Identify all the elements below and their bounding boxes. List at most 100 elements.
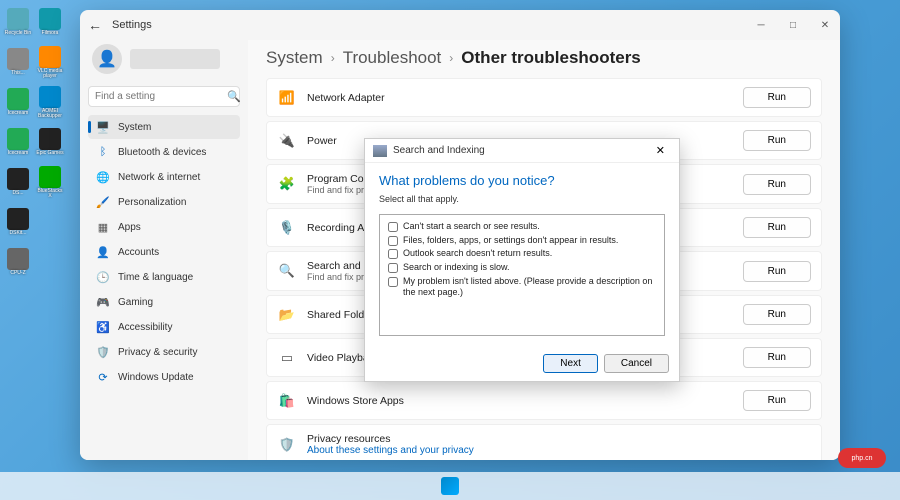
row-icon: 📂 [277, 307, 297, 323]
window-title: Settings [112, 19, 152, 31]
nav-icon: 🖌️ [96, 195, 110, 209]
option-label: Can't start a search or see results. [403, 221, 540, 233]
crumb-system[interactable]: System [266, 48, 323, 68]
row-icon: 🧩 [277, 176, 297, 192]
privacy-row: 🛡️ Privacy resources About these setting… [266, 424, 822, 460]
minimize-button[interactable]: ─ [754, 20, 768, 31]
nav-icon: 🛡️ [96, 345, 110, 359]
search-box[interactable]: 🔍 [88, 86, 240, 107]
user-block[interactable]: 👤 [88, 40, 240, 84]
sidebar-item-gaming[interactable]: 🎮Gaming [88, 290, 240, 314]
dialog-question: What problems do you notice? [379, 173, 665, 188]
row-icon: 🛍️ [277, 393, 297, 409]
row-icon: 🎙️ [277, 220, 297, 236]
user-name [130, 49, 220, 69]
option-checkbox[interactable] [388, 249, 398, 259]
option-checkbox[interactable] [388, 236, 398, 246]
run-button[interactable]: Run [743, 304, 811, 325]
run-button[interactable]: Run [743, 347, 811, 368]
sidebar-item-personalization[interactable]: 🖌️Personalization [88, 190, 240, 214]
desktop-shortcut[interactable]: AOMEI Backupper [36, 84, 64, 120]
desktop-shortcut[interactable]: DSKit... [4, 204, 32, 240]
sidebar-item-accessibility[interactable]: ♿ Accessibility [88, 315, 240, 339]
nav-label: Bluetooth & devices [118, 147, 206, 158]
desktop-shortcut[interactable]: Epic Games [36, 124, 64, 160]
nav-label: Windows Update [118, 372, 194, 383]
desktop-shortcut[interactable]: CPU-Z [4, 244, 32, 280]
desktop-shortcut[interactable]: BlueStacks X [36, 164, 64, 200]
sidebar-item-bluetooth-devices[interactable]: ᛒ Bluetooth & devices [88, 140, 240, 164]
desktop-shortcut[interactable]: Recycle Bin [4, 4, 32, 40]
nav-icon: ⟳ [96, 370, 110, 384]
maximize-button[interactable]: □ [786, 20, 800, 31]
cancel-button[interactable]: Cancel [604, 354, 669, 373]
option-item[interactable]: My problem isn't listed above. (Please p… [388, 276, 656, 299]
nav-icon: ▦ [96, 220, 110, 234]
dialog-header: Search and Indexing ✕ [365, 139, 679, 163]
option-checkbox[interactable] [388, 263, 398, 273]
crumb-troubleshoot[interactable]: Troubleshoot [343, 48, 442, 68]
next-button[interactable]: Next [543, 354, 598, 373]
run-button[interactable]: Run [743, 130, 811, 151]
nav-icon: 🌐 [96, 170, 110, 184]
start-icon[interactable] [441, 477, 459, 495]
run-button[interactable]: Run [743, 174, 811, 195]
nav-icon: 🕒 [96, 270, 110, 284]
nav-icon: 👤 [96, 245, 110, 259]
troubleshooter-row: 📶 Network AdapterRun [266, 78, 822, 117]
row-title: Network Adapter [307, 92, 743, 104]
desktop-shortcut[interactable]: Icecream [4, 124, 32, 160]
option-item[interactable]: Search or indexing is slow. [388, 262, 656, 274]
row-icon: 🔌 [277, 133, 297, 149]
run-button[interactable]: Run [743, 261, 811, 282]
titlebar: ← Settings ─ □ ✕ [80, 10, 840, 40]
run-button[interactable]: Run [743, 390, 811, 411]
row-icon: 📶 [277, 90, 297, 106]
option-item[interactable]: Files, folders, apps, or settings don't … [388, 235, 656, 247]
privacy-title: Privacy resources [307, 433, 811, 445]
dialog-title: Search and Indexing [393, 145, 485, 156]
nav-label: System [118, 122, 151, 133]
sidebar-item-accounts[interactable]: 👤 Accounts [88, 240, 240, 264]
nav-icon: ♿ [96, 320, 110, 334]
shield-icon: 🛡️ [277, 437, 297, 453]
option-label: My problem isn't listed above. (Please p… [403, 276, 656, 299]
desktop-shortcut[interactable]: Filmora [36, 4, 64, 40]
option-item[interactable]: Outlook search doesn't return results. [388, 248, 656, 260]
option-checkbox[interactable] [388, 222, 398, 232]
sidebar-item-system[interactable]: 🖥️ System [88, 115, 240, 139]
privacy-link[interactable]: About these settings and your privacy [307, 445, 811, 456]
nav-label: Accessibility [118, 322, 172, 333]
nav: 🖥️ System ᛒ Bluetooth & devices 🌐 Network & i… [88, 115, 240, 389]
dialog-icon [373, 145, 387, 157]
sidebar-item-network-internet[interactable]: 🌐 Network & internet [88, 165, 240, 189]
desktop-shortcut[interactable]: This... [4, 44, 32, 80]
sidebar-item-time-language[interactable]: 🕒 Time & language [88, 265, 240, 289]
option-item[interactable]: Can't start a search or see results. [388, 221, 656, 233]
taskbar[interactable] [0, 472, 900, 500]
desktop-shortcut[interactable]: Icecream [4, 84, 32, 120]
sidebar-item-privacy-security[interactable]: 🛡️Privacy & security [88, 340, 240, 364]
nav-icon: 🖥️ [96, 120, 110, 134]
search-icon: 🔍 [227, 90, 241, 103]
close-button[interactable]: ✕ [818, 20, 832, 31]
nav-label: Network & internet [118, 172, 200, 183]
nav-label: Accounts [118, 247, 159, 258]
run-button[interactable]: Run [743, 217, 811, 238]
row-icon: ▭ [277, 350, 297, 366]
crumb-current: Other troubleshooters [461, 48, 640, 68]
dialog-hint: Select all that apply. [379, 194, 665, 204]
nav-icon: ᛒ [96, 145, 110, 159]
desktop-shortcut[interactable]: VLC media player [36, 44, 64, 80]
nav-label: Gaming [118, 297, 153, 308]
option-checkbox[interactable] [388, 277, 398, 287]
desktop-shortcut[interactable]: DS... [4, 164, 32, 200]
sidebar-item-apps[interactable]: ▦Apps [88, 215, 240, 239]
search-input[interactable] [95, 91, 227, 102]
back-button[interactable]: ← [88, 17, 102, 33]
nav-label: Time & language [118, 272, 193, 283]
option-label: Outlook search doesn't return results. [403, 248, 552, 260]
run-button[interactable]: Run [743, 87, 811, 108]
sidebar-item-windows-update[interactable]: ⟳ Windows Update [88, 365, 240, 389]
dialog-close-button[interactable]: ✕ [650, 144, 671, 157]
